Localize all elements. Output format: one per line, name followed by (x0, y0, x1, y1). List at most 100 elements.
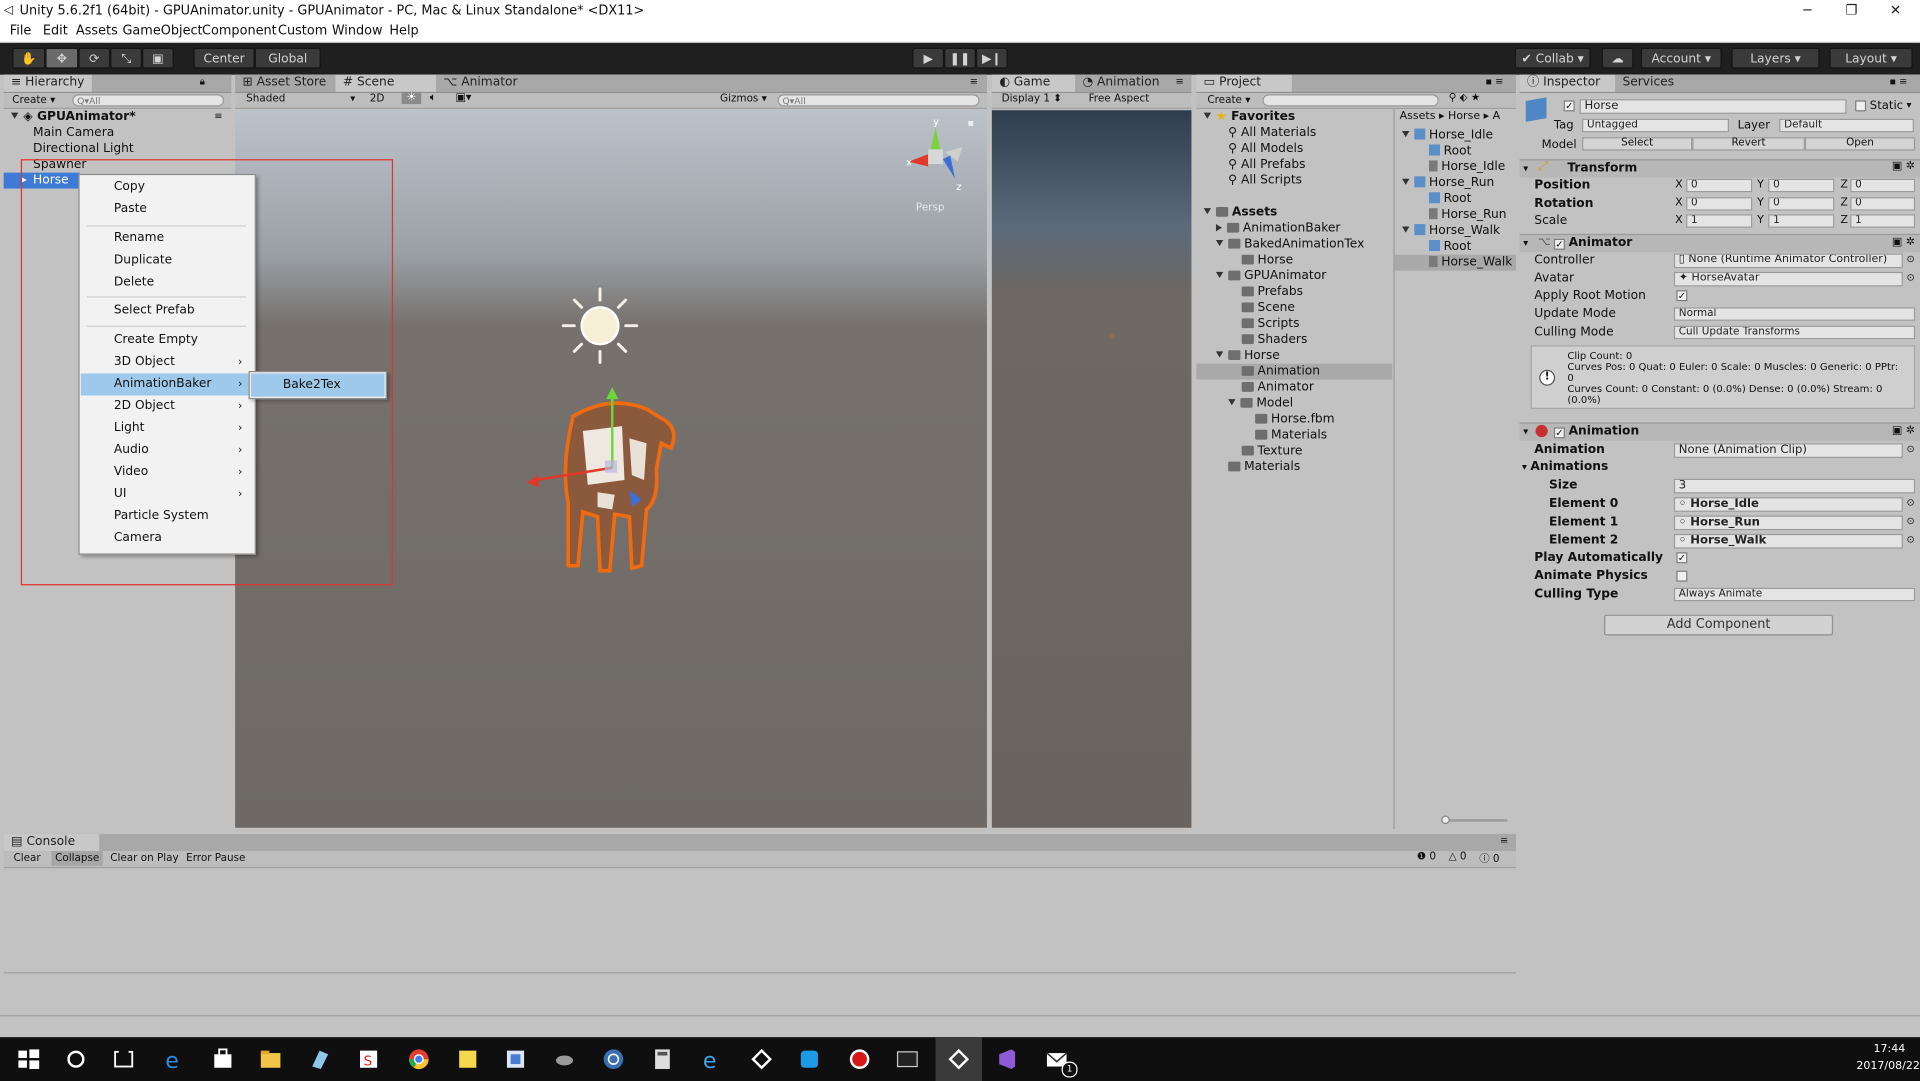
folder-animator[interactable]: Animator (1241, 380, 1314, 396)
element-1-field[interactable]: ◦ Horse_Run (1673, 515, 1903, 531)
folder-gpuanimator[interactable]: GPUAnimator (1215, 268, 1326, 284)
animation-enabled-checkbox[interactable]: ✓ (1553, 427, 1565, 439)
layer-dropdown[interactable]: Default (1779, 118, 1914, 133)
hierarchy-item-main-camera[interactable]: Main Camera (33, 125, 114, 141)
tab-inspector[interactable]: ⓘ Inspector (1519, 74, 1616, 92)
menu-item-delete[interactable]: Delete (81, 272, 254, 294)
assets-header[interactable]: Assets (1203, 204, 1277, 220)
menu-item-2d-object[interactable]: 2D Object › (81, 396, 254, 418)
avatar-field[interactable]: ✦ HorseAvatar (1673, 271, 1903, 287)
animation-foldout-icon[interactable]: ▾ (1523, 426, 1528, 437)
element-0-picker-icon[interactable]: ⊙ (1907, 497, 1915, 508)
folder-shaders[interactable]: Shaders (1241, 332, 1307, 348)
menu-item-paste[interactable]: Paste (81, 198, 254, 220)
move-tool-button[interactable]: ✥ (45, 47, 79, 69)
tab-services[interactable]: Services (1615, 75, 1693, 92)
menu-item-video[interactable]: Video › (81, 462, 254, 484)
hand-tool-button[interactable]: ✋ (12, 47, 46, 69)
hierarchy-item-directional-light[interactable]: Directional Light (33, 141, 134, 157)
paint-app-icon[interactable] (503, 1047, 527, 1071)
file-horse-run[interactable]: Horse_Run (1402, 175, 1494, 191)
breadcrumb-item[interactable]: A (1493, 110, 1501, 122)
animate-physics-checkbox[interactable] (1676, 570, 1688, 582)
size-field[interactable]: 3 (1673, 478, 1916, 494)
breadcrumb-item[interactable]: Assets (1400, 110, 1436, 122)
folder-materials[interactable]: Materials (1228, 459, 1300, 475)
visual-studio-icon[interactable] (994, 1047, 1018, 1071)
element-2-field[interactable]: ◦ Horse_Walk (1673, 533, 1903, 549)
rect-tool-button[interactable]: ▣ (142, 47, 174, 69)
tab-project[interactable]: ▭ Project (1196, 74, 1292, 92)
file-horse-idle[interactable]: Horse_Idle (1402, 127, 1493, 143)
clock-date[interactable]: 2017/08/22 (1856, 1060, 1920, 1072)
shading-dropdown[interactable]: Shaded (246, 93, 285, 105)
menu-item-select-prefab[interactable]: Select Prefab (81, 300, 254, 322)
favorite-all-scripts[interactable]: ⚲ All Scripts (1228, 173, 1302, 189)
game-panel-menu-icon[interactable]: ≡ (1176, 76, 1184, 87)
menu-gameobject[interactable]: GameObject (122, 23, 202, 38)
menu-item-audio[interactable]: Audio › (81, 440, 254, 462)
step-button[interactable]: ▶❙ (975, 47, 1008, 69)
menu-item-bake2tex[interactable]: Bake2Tex (251, 373, 385, 397)
animator-enabled-checkbox[interactable]: ✓ (1553, 238, 1565, 250)
search-circle-icon[interactable] (64, 1047, 88, 1071)
filter-icons[interactable]: ⚲ ⬖ ★ (1449, 92, 1481, 104)
edge-icon[interactable]: e (162, 1047, 186, 1072)
pivot-center-button[interactable]: Center (193, 47, 255, 69)
position-x-field[interactable]: 0 (1686, 178, 1753, 193)
tab-game[interactable]: ◐ Game (991, 74, 1076, 92)
terminal-icon[interactable] (895, 1047, 919, 1071)
menu-item-ui[interactable]: UI › (81, 484, 254, 506)
active-checkbox[interactable]: ✓ (1563, 100, 1575, 112)
play-automatically-checkbox[interactable]: ✓ (1676, 552, 1688, 564)
folder-bakedanimationtex-horse[interactable]: Horse (1241, 252, 1293, 268)
element-0-field[interactable]: ◦ Horse_Idle (1673, 497, 1903, 512)
favorite-all-prefabs[interactable]: ⚲ All Prefabs (1228, 157, 1305, 173)
sticky-notes-icon[interactable] (456, 1047, 480, 1071)
rotation-z-field[interactable]: 0 (1850, 197, 1916, 211)
menu-window[interactable]: Window (332, 23, 383, 38)
account-button[interactable]: Account ▾ (1640, 47, 1722, 69)
folder-horse-fbm[interactable]: Horse.fbm (1255, 411, 1335, 427)
console-clear-on-play-button[interactable]: Clear on Play (110, 852, 179, 864)
globe-app-icon[interactable] (601, 1047, 625, 1071)
maximize-button[interactable]: ❐ (1829, 0, 1873, 22)
panel-menu-icon[interactable]: ≡ (970, 76, 978, 87)
tab-hierarchy[interactable]: ≡ Hierarchy (3, 74, 92, 92)
culling-mode-dropdown[interactable]: Cull Update Transforms (1673, 325, 1916, 340)
animation-settings-icon[interactable]: ▣ ✲ (1892, 425, 1915, 437)
hierarchy-create-button[interactable]: Create ▾ (12, 94, 55, 106)
folder-scripts[interactable]: Scripts (1241, 316, 1299, 332)
menu-item-rename[interactable]: Rename (81, 228, 254, 250)
project-breadcrumb[interactable]: Assets ▸ Horse ▸ A (1400, 110, 1501, 122)
culling-type-dropdown[interactable]: Always Animate (1673, 587, 1916, 602)
cloud-button[interactable]: ☁ (1601, 47, 1634, 69)
position-y-field[interactable]: 0 (1768, 178, 1835, 193)
file-horse-walk[interactable]: Horse_Walk (1402, 223, 1500, 239)
icon-size-slider[interactable] (1441, 815, 1508, 825)
file-explorer-icon[interactable] (258, 1047, 282, 1071)
internet-explorer-icon[interactable]: e (699, 1047, 723, 1072)
rotate-tool-button[interactable]: ⟳ (78, 47, 111, 69)
shading-dropdown-arrow-icon[interactable]: ▾ (350, 93, 355, 104)
menu-help[interactable]: Help (389, 23, 418, 38)
console-collapse-button[interactable]: Collapse (51, 851, 104, 866)
layers-button[interactable]: Layers ▾ (1731, 47, 1820, 69)
menu-item-camera[interactable]: Camera (81, 528, 254, 550)
hierarchy-options-icon[interactable]: ≡ (214, 110, 222, 121)
console-divider[interactable] (3, 972, 1516, 974)
minimize-button[interactable]: ─ (1785, 0, 1829, 22)
animation-picker-icon[interactable]: ⊙ (1907, 443, 1915, 454)
animations-label[interactable]: ▾ Animations (1522, 460, 1608, 473)
update-mode-dropdown[interactable]: Normal (1673, 307, 1916, 321)
folder-model[interactable]: Model (1228, 396, 1293, 412)
tab-asset-store[interactable]: ⊞ Asset Store (235, 75, 335, 92)
tab-scene[interactable]: # Scene (335, 74, 436, 92)
chrome-icon[interactable] (407, 1047, 431, 1071)
game-app-icon[interactable] (552, 1047, 576, 1071)
tag-dropdown[interactable]: Untagged (1582, 118, 1729, 133)
file-horse-idle-clip[interactable]: Horse_Idle (1428, 159, 1505, 175)
menu-item-3d-object[interactable]: 3D Object › (81, 351, 254, 373)
model-select-button[interactable]: Select (1582, 137, 1693, 151)
gizmos-dropdown[interactable]: Gizmos ▾ (720, 93, 767, 105)
